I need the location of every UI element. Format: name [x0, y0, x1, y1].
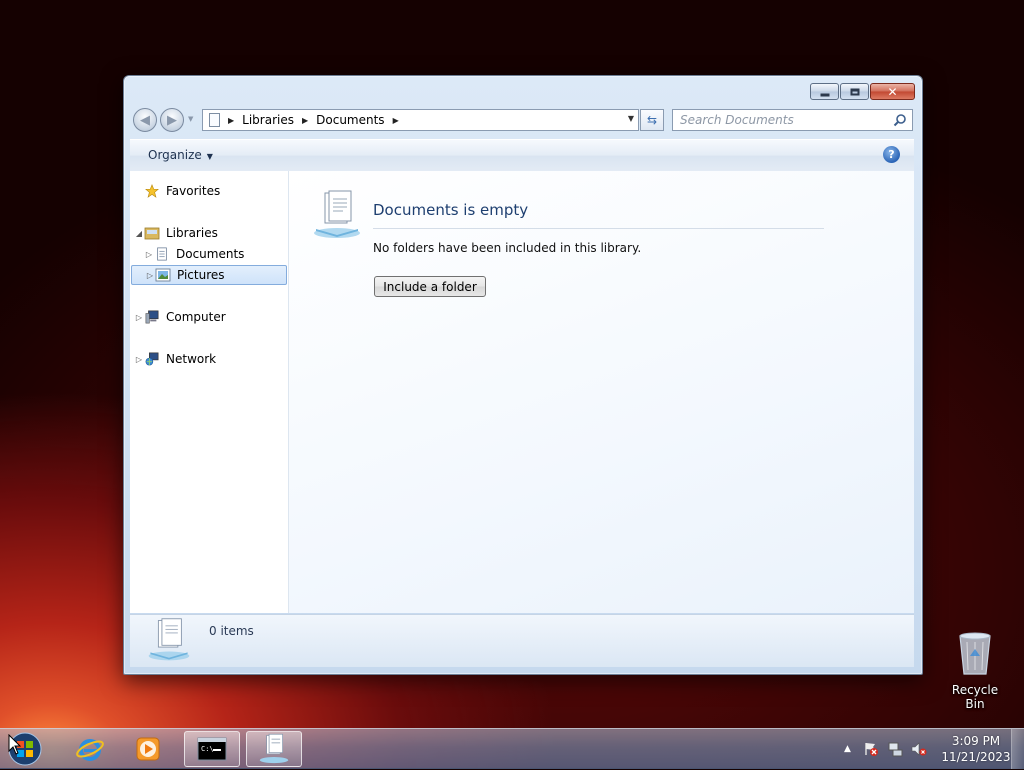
tree-item-documents[interactable]: ▷ Documents	[144, 244, 245, 264]
taskbar-documents-library[interactable]	[246, 731, 302, 767]
breadcrumb-chevron-icon[interactable]: ▶	[393, 116, 399, 125]
help-button[interactable]: ?	[883, 146, 900, 163]
search-box	[672, 109, 913, 131]
tree-item-pictures[interactable]: ▷ Pictures	[131, 265, 287, 285]
show-desktop-button[interactable]	[1011, 729, 1024, 769]
address-dropdown-icon[interactable]: ▼	[628, 114, 634, 123]
computer-icon	[145, 310, 159, 324]
organize-menu-button[interactable]: Organize ▼	[148, 148, 213, 162]
details-pane: 0 items	[130, 614, 914, 667]
address-document-icon	[209, 113, 220, 127]
collapsed-arrow-icon[interactable]: ▷	[134, 313, 144, 322]
recycle-bin-icon	[959, 632, 991, 675]
item-count: 0 items	[209, 624, 254, 638]
command-bar: Organize ▼ ?	[130, 139, 914, 172]
notification-area: ▲	[840, 729, 927, 769]
maximize-icon	[850, 88, 859, 95]
forward-arrow-icon: ▶	[167, 112, 177, 128]
internet-explorer-icon	[76, 739, 104, 761]
tree-item-libraries[interactable]: ◢ Libraries	[134, 223, 218, 243]
help-icon: ?	[888, 148, 895, 161]
organize-label: Organize	[148, 148, 202, 162]
search-icon[interactable]	[893, 113, 907, 127]
action-center-icon[interactable]	[863, 741, 879, 757]
recycle-bin-label: Recycle Bin	[951, 683, 999, 711]
media-player-icon	[136, 737, 160, 761]
breadcrumb-chevron-icon[interactable]: ▶	[302, 116, 308, 125]
command-prompt-icon: C:\	[197, 737, 227, 761]
tree-item-network[interactable]: ▷ Network	[134, 349, 216, 369]
taskbar-media-player[interactable]	[120, 731, 176, 767]
clock-time: 3:09 PM	[951, 734, 1001, 748]
close-icon: ✕	[887, 84, 898, 99]
show-hidden-icons[interactable]: ▲	[844, 744, 851, 754]
maximize-button[interactable]	[840, 83, 869, 100]
documents-library-icon	[148, 618, 190, 661]
tree-item-label: Favorites	[166, 184, 221, 198]
network-icon	[145, 352, 159, 366]
minimize-button[interactable]	[810, 83, 839, 100]
network-status-icon[interactable]	[887, 741, 903, 757]
content-pane: Documents is empty No folders have been …	[289, 171, 914, 613]
include-folder-button[interactable]: Include a folder	[374, 276, 486, 297]
address-bar[interactable]: ▶ Libraries ▶ Documents ▶ ▼	[202, 109, 639, 131]
libraries-icon	[144, 227, 160, 240]
documents-library-icon	[314, 190, 360, 238]
forward-button[interactable]: ▶	[160, 108, 184, 132]
tree-item-computer[interactable]: ▷ Computer	[134, 307, 226, 327]
navigation-bar: ◀ ▶ ▼ ▶ Libraries ▶ Documents ▶ ▼ ⇆	[133, 107, 913, 135]
system-clock[interactable]: 3:09 PM 11/21/2023	[936, 733, 1016, 765]
taskbar: C:\ ▲ 3:09 PM 11/21/2023	[0, 728, 1024, 769]
taskbar-internet-explorer[interactable]	[62, 731, 118, 767]
collapsed-arrow-icon[interactable]: ▷	[134, 355, 144, 364]
back-arrow-icon: ◀	[140, 112, 150, 128]
tree-item-label: Documents	[176, 247, 245, 261]
document-icon	[157, 247, 167, 261]
taskbar-command-prompt[interactable]: C:\	[184, 731, 240, 767]
recent-pages-chevron-icon[interactable]: ▼	[188, 115, 193, 123]
divider	[373, 228, 824, 229]
svg-text:C:\: C:\	[201, 745, 214, 753]
navigation-pane: Favorites ◢ Libraries ▷ Documents ▷ Pict…	[130, 171, 289, 613]
clock-date: 11/21/2023	[941, 750, 1011, 764]
tree-item-label: Network	[166, 352, 217, 366]
volume-muted-icon[interactable]	[911, 741, 927, 757]
mouse-cursor-icon	[8, 734, 22, 755]
empty-library-message: No folders have been included in this li…	[373, 241, 642, 255]
dropdown-arrow-icon: ▼	[206, 152, 213, 161]
pictures-icon	[155, 268, 171, 282]
refresh-icon: ⇆	[646, 113, 658, 127]
empty-library-title: Documents is empty	[373, 201, 529, 219]
tree-item-favorites[interactable]: Favorites	[144, 181, 220, 201]
tree-item-label: Pictures	[177, 268, 225, 282]
collapsed-arrow-icon[interactable]: ▷	[145, 271, 155, 280]
explorer-window: ✕ ◀ ▶ ▼ ▶ Libraries ▶ Documents ▶ ▼ ⇆ Or…	[123, 75, 923, 675]
refresh-button[interactable]: ⇆	[640, 109, 664, 131]
expanded-arrow-icon[interactable]: ◢	[134, 229, 144, 238]
breadcrumb-chevron-icon[interactable]: ▶	[228, 116, 234, 125]
breadcrumb-documents[interactable]: Documents	[316, 113, 384, 127]
recycle-bin-shortcut[interactable]: Recycle Bin	[941, 630, 1009, 711]
back-button[interactable]: ◀	[133, 108, 157, 132]
documents-library-icon	[259, 733, 289, 764]
search-input[interactable]	[680, 113, 880, 127]
tree-item-label: Libraries	[166, 226, 218, 240]
star-icon	[145, 184, 159, 198]
close-button[interactable]: ✕	[870, 83, 915, 100]
minimize-icon	[820, 93, 829, 96]
tree-item-label: Computer	[166, 310, 226, 324]
collapsed-arrow-icon[interactable]: ▷	[144, 250, 154, 259]
caption-buttons: ✕	[810, 83, 915, 100]
breadcrumb-libraries[interactable]: Libraries	[242, 113, 294, 127]
